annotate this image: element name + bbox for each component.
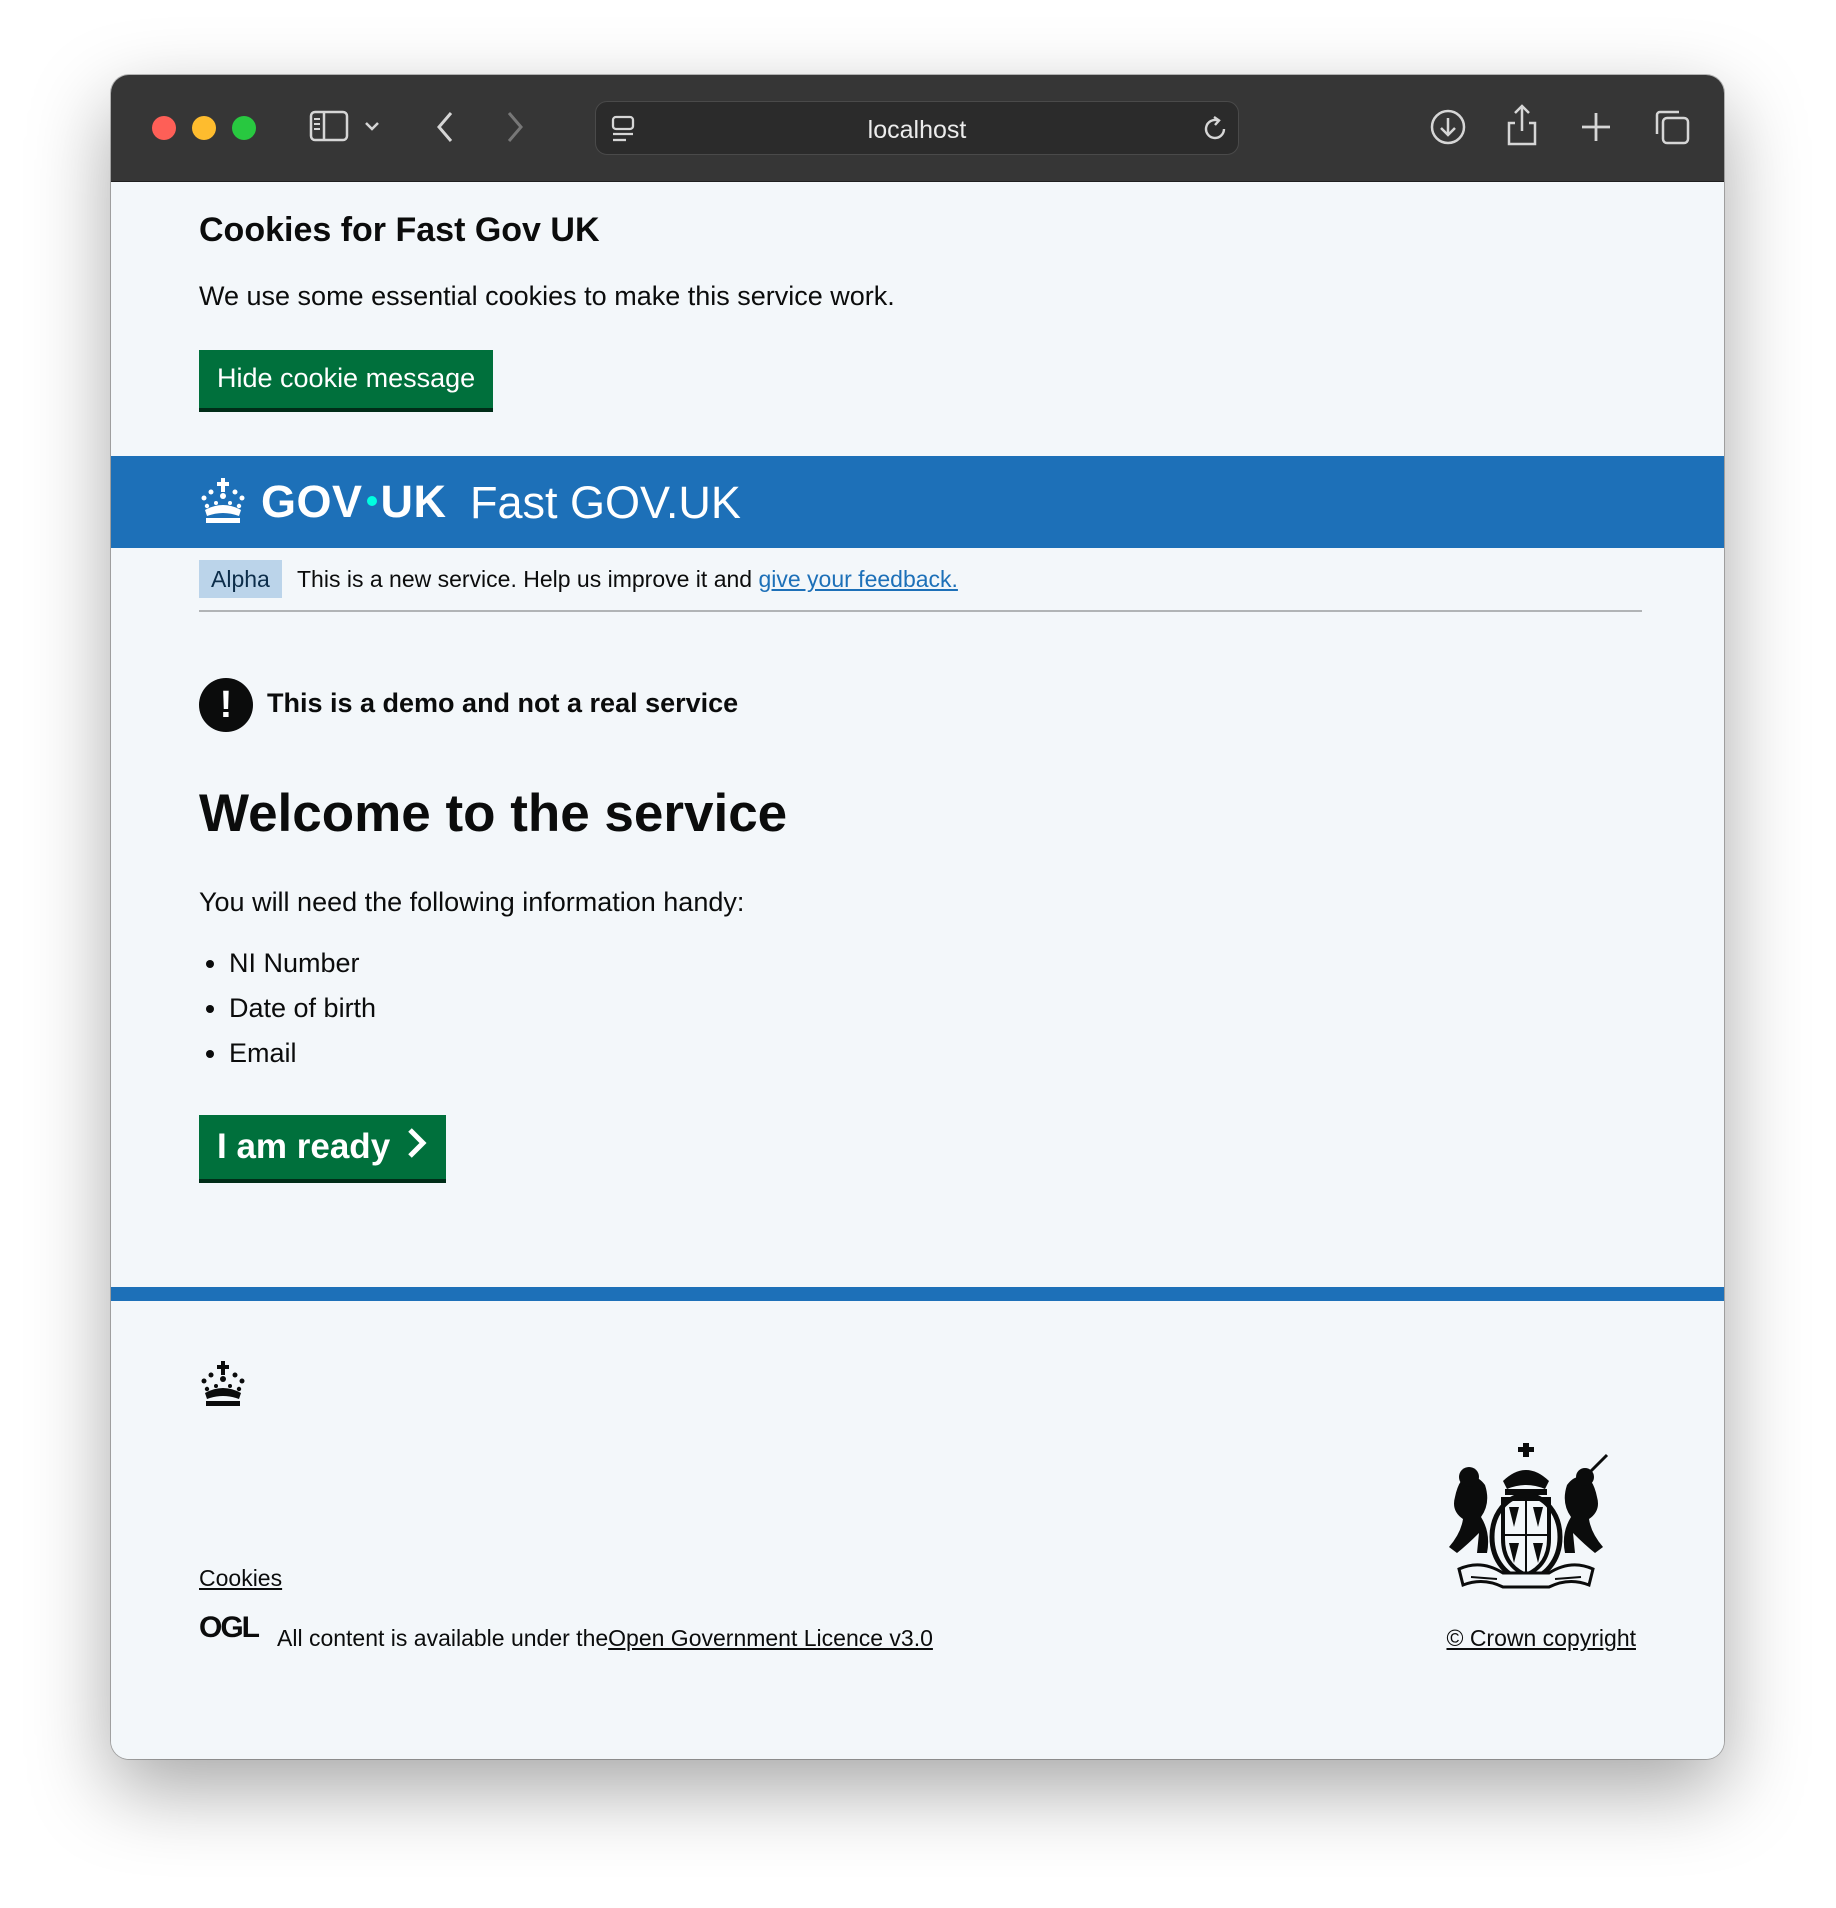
crown-icon [199,1359,247,1412]
cookie-banner-title: Cookies for Fast Gov UK [199,211,600,249]
start-button-label: I am ready [217,1127,391,1166]
phase-banner-text: This is a new service. Help us improve i… [297,566,958,593]
new-tab-icon[interactable] [1578,109,1614,145]
tabs-overview-icon[interactable] [1653,108,1691,146]
gov-wordmark-left: GOV [261,476,363,527]
ogl-logo: OGL [199,1611,260,1644]
crown-icon [199,476,247,529]
cookie-banner-text: We use some essential cookies to make th… [199,281,895,311]
reload-icon[interactable] [1200,114,1230,144]
sidebar-icon[interactable] [309,109,349,143]
zoom-window-button[interactable] [232,116,256,140]
govuk-wordmark: GOV UK [261,476,447,528]
requirements-list: NI Number Date of birth Email [199,941,376,1076]
download-icon[interactable] [1429,108,1467,146]
url-text: localhost [867,116,967,144]
govuk-footer: Cookies OGL All content is available und… [111,1287,1724,1759]
browser-window: localhost Cookies for Fast Gov UK We use… [111,75,1724,1759]
govuk-logo-link[interactable]: GOV UK [199,472,447,532]
crown-copyright-link[interactable]: © Crown copyright [1446,1625,1636,1652]
govuk-header: GOV UK Fast GOV.UK [111,456,1724,548]
phase-tag: Alpha [199,560,282,598]
list-item: Email [229,1031,376,1076]
list-item: Date of birth [229,986,376,1031]
licence-link[interactable]: Open Government Licence v3.0 [608,1625,933,1651]
cookie-banner: Cookies for Fast Gov UK We use some esse… [199,211,1639,311]
licence-prefix: All content is available under the [277,1625,609,1651]
phase-text-prefix: This is a new service. Help us improve i… [297,566,759,592]
warning-icon: ! [199,678,253,732]
licence-text: All content is available under theOpen G… [277,1625,933,1652]
address-bar[interactable]: localhost [595,101,1239,155]
back-icon[interactable] [434,109,456,145]
start-button[interactable]: I am ready [199,1115,447,1179]
lead-text: You will need the following information … [199,887,745,917]
gov-wordmark-right: UK [380,476,447,527]
forward-icon[interactable] [504,109,526,145]
list-item: NI Number [229,941,376,986]
feedback-link[interactable]: give your feedback. [758,566,957,592]
warning-text: This is a demo and not a real service [267,688,739,718]
royal-coat-of-arms [1441,1441,1621,1602]
close-window-button[interactable] [152,116,176,140]
phase-banner: Alpha This is a new service. Help us imp… [199,560,1642,612]
chevron-right-icon [390,1127,428,1168]
service-name-link[interactable]: Fast GOV.UK [470,477,741,529]
browser-toolbar: localhost [111,75,1724,182]
chevron-down-icon[interactable] [363,119,381,133]
minimize-window-button[interactable] [192,116,216,140]
share-icon[interactable] [1505,103,1539,147]
wordmark-dot [366,496,377,507]
hide-cookie-message-button[interactable]: Hide cookie message [199,350,494,408]
footer-cookies-link[interactable]: Cookies [199,1565,282,1592]
page-title: Welcome to the service [199,784,788,843]
